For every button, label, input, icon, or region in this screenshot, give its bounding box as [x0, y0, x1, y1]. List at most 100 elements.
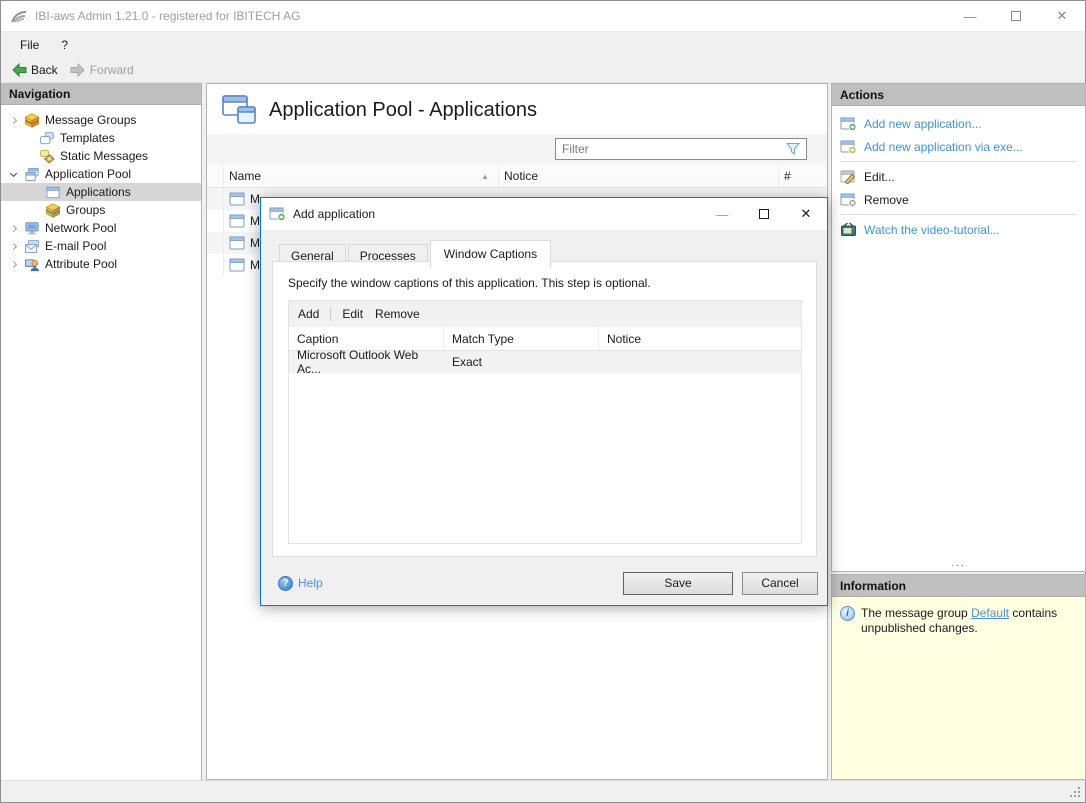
column-label: Match Type [452, 332, 514, 346]
column-label: Caption [297, 332, 338, 346]
action-add-new-application[interactable]: Add new application... [838, 112, 1079, 135]
row-name: M [250, 236, 260, 250]
sidebar-item-label: Groups [66, 203, 105, 217]
column-label: # [784, 169, 791, 183]
forward-button[interactable]: Forward [64, 61, 140, 79]
edit-caption-button[interactable]: Edit [342, 307, 363, 321]
column-header-count[interactable]: # [779, 165, 827, 187]
add-caption-button[interactable]: Add [298, 307, 319, 321]
right-column: Actions Add new application... Add [831, 83, 1086, 780]
sidebar-item-applications[interactable]: Applications [1, 183, 201, 201]
action-edit[interactable]: Edit... [838, 165, 1079, 188]
close-button[interactable]: ✕ [1039, 1, 1085, 31]
panel-splitter-handle[interactable]: ... [831, 560, 1086, 568]
add-application-exe-icon [840, 140, 857, 154]
column-header-notice[interactable]: Notice [599, 327, 801, 350]
tab-window-captions[interactable]: Window Captions [430, 240, 551, 268]
application-window-icon [229, 236, 245, 250]
separator [840, 214, 1077, 215]
match-type-cell: Exact [444, 355, 599, 369]
column-header-match-type[interactable]: Match Type [444, 327, 599, 350]
sidebar-item-templates[interactable]: Templates [1, 129, 201, 147]
groups-icon [45, 203, 61, 218]
maximize-icon [759, 209, 769, 219]
attribute-pool-icon [24, 257, 40, 272]
network-pool-icon [24, 221, 40, 236]
sidebar-item-application-pool[interactable]: Application Pool [1, 165, 201, 183]
action-add-new-application-via-exe[interactable]: Add new application via exe... [838, 135, 1079, 158]
column-header-caption[interactable]: Caption [289, 327, 444, 350]
window-captions-tab-panel: Specify the window captions of this appl… [272, 261, 817, 557]
default-message-group-link[interactable]: Default [971, 606, 1009, 620]
menu-help[interactable]: ? [50, 34, 79, 56]
filter-input[interactable] [556, 142, 785, 156]
help-icon: ? [278, 576, 293, 591]
remove-icon [840, 193, 857, 207]
column-header-notice[interactable]: Notice [499, 165, 779, 187]
chevron-right-icon[interactable] [10, 116, 17, 123]
dialog-minimize-button[interactable]: — [701, 198, 743, 230]
resize-grip[interactable] [1070, 787, 1082, 799]
information-header: Information [832, 575, 1085, 597]
actions-panel: Actions Add new application... Add [831, 83, 1086, 572]
sidebar-item-label: Static Messages [60, 149, 148, 163]
action-label: Watch the video-tutorial... [864, 223, 1000, 237]
caption-cell: Microsoft Outlook Web Ac... [289, 348, 444, 376]
sidebar-item-message-groups[interactable]: Message Groups [1, 111, 201, 129]
save-button[interactable]: Save [623, 572, 733, 595]
sort-ascending-icon: ▲ [481, 172, 493, 181]
application-window-icon [229, 192, 245, 206]
video-tutorial-icon [840, 222, 857, 237]
remove-caption-button[interactable]: Remove [375, 307, 420, 321]
chevron-right-icon[interactable] [10, 260, 17, 267]
column-header-name[interactable]: Name ▲ [224, 165, 499, 187]
sidebar-item-attribute-pool[interactable]: Attribute Pool [1, 255, 201, 273]
application-window-icon [229, 214, 245, 228]
dialog-title: Add application [293, 207, 375, 221]
chevron-right-icon[interactable] [10, 242, 17, 249]
static-messages-icon [39, 149, 55, 164]
action-remove[interactable]: Remove [838, 188, 1079, 211]
sidebar-item-network-pool[interactable]: Network Pool [1, 219, 201, 237]
actions-header: Actions [832, 84, 1085, 106]
help-link[interactable]: ? Help [278, 576, 323, 591]
chevron-down-icon[interactable] [10, 169, 17, 176]
sidebar-item-groups[interactable]: Groups [1, 201, 201, 219]
add-application-icon [840, 117, 857, 131]
action-label: Add new application... [864, 117, 981, 131]
information-message: The message group Default contains unpub… [861, 606, 1061, 636]
filter-funnel-icon[interactable] [785, 142, 801, 156]
column-gutter [207, 165, 224, 187]
app-logo-icon [10, 9, 28, 24]
applications-icon [45, 185, 61, 200]
action-label: Remove [864, 193, 909, 207]
row-name: M [250, 258, 260, 272]
dialog-window-controls: — ✕ [701, 198, 827, 230]
email-pool-icon [24, 239, 40, 254]
sidebar-item-label: Templates [60, 131, 115, 145]
back-button[interactable]: Back [5, 61, 64, 79]
menu-file[interactable]: File [9, 34, 50, 56]
navigation-tree: Message Groups Templates Static Messages [1, 105, 201, 273]
dialog-close-button[interactable]: ✕ [785, 198, 827, 230]
cancel-button[interactable]: Cancel [742, 572, 818, 595]
templates-icon [39, 131, 55, 146]
sidebar-item-static-messages[interactable]: Static Messages [1, 147, 201, 165]
sidebar-item-email-pool[interactable]: E-mail Pool [1, 237, 201, 255]
chevron-right-icon[interactable] [10, 224, 17, 231]
navigation-panel: Navigation Message Groups Templates [1, 83, 202, 780]
column-label: Notice [607, 332, 641, 346]
maximize-button[interactable] [993, 1, 1039, 31]
minimize-button[interactable]: — [947, 1, 993, 31]
toolbar-divider [330, 307, 331, 321]
info-icon: i [840, 606, 855, 621]
page-header: Application Pool - Applications [207, 84, 827, 134]
caption-row[interactable]: Microsoft Outlook Web Ac... Exact [289, 351, 801, 373]
message-text: The message group [861, 606, 971, 620]
column-label: Notice [504, 169, 538, 183]
action-watch-video-tutorial[interactable]: Watch the video-tutorial... [838, 218, 1079, 241]
action-label: Edit... [864, 170, 895, 184]
edit-icon [840, 170, 857, 184]
dialog-maximize-button[interactable] [743, 198, 785, 230]
sidebar-item-label: Application Pool [45, 167, 131, 181]
